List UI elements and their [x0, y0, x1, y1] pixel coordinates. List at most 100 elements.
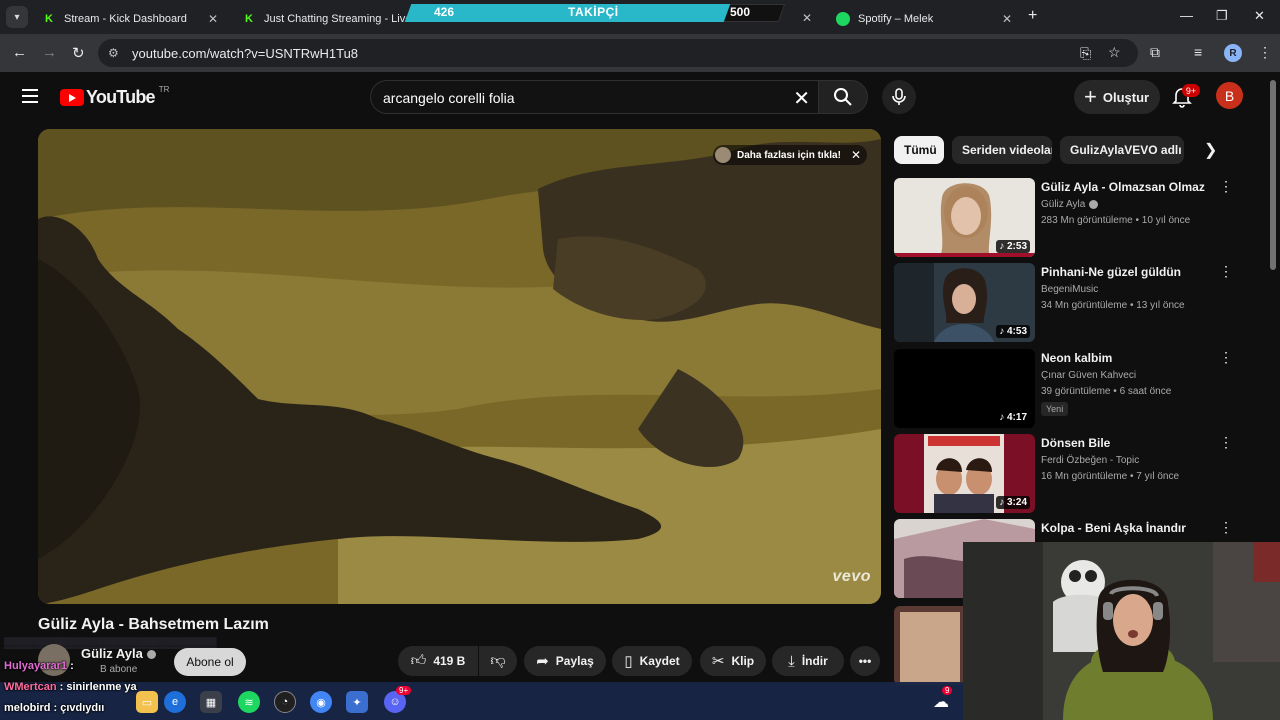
kick-icon: K	[45, 13, 53, 25]
rec-channel[interactable]: BegeniMusic	[1041, 284, 1098, 295]
menu-kebab-icon[interactable]: ⋮	[1258, 44, 1272, 61]
voice-search-button[interactable]	[882, 80, 916, 114]
forward-icon[interactable]: →	[42, 44, 57, 61]
channel-name-text: Güliz Ayla	[81, 646, 143, 661]
page-scrollbar[interactable]	[1270, 80, 1276, 270]
obs-icon[interactable]: ◔	[274, 691, 296, 713]
close-window-icon[interactable]: ✕	[1254, 8, 1265, 24]
channel-row: Güliz Ayla B abone Abone ol 👍︎ 419 B 👎︎ …	[38, 644, 888, 684]
recommendation-item[interactable]: ♪ 4:53 Pinhani-Ne güzel güldün BegeniMus…	[894, 263, 1234, 343]
tab-kick-dashboard[interactable]: K Stream - Kick Dashboard ✕	[32, 4, 228, 34]
subscribe-button[interactable]: Abone ol	[174, 648, 246, 676]
subscriber-count: B abone	[100, 664, 138, 675]
account-avatar[interactable]: B	[1216, 82, 1243, 109]
tab-search-button[interactable]: ▾	[6, 6, 28, 28]
rec-age: 10 yıl önce	[1141, 215, 1191, 226]
download-button[interactable]: ⤓ İndir	[772, 646, 844, 676]
recommendation-item[interactable]: ♪ 2:53 Güliz Ayla - Olmazsan Olmaz Güliz…	[894, 178, 1234, 258]
tab-spotify[interactable]: Spotify – Melek ✕	[826, 4, 1022, 34]
clip-label: Klip	[731, 654, 755, 668]
create-button[interactable]: + Oluştur	[1074, 80, 1160, 114]
rec-title[interactable]: Neon kalbim	[1041, 351, 1112, 365]
rec-title[interactable]: Dönsen Bile	[1041, 436, 1110, 450]
chat-username: Hulyayarar1	[4, 660, 67, 672]
new-badge: Yeni	[1041, 402, 1069, 416]
file-explorer-icon[interactable]: ▭	[136, 691, 158, 713]
download-label: İndir	[801, 654, 828, 668]
rec-meta: 39 görüntüleme • 6 saat önce	[1041, 386, 1172, 397]
clip-button[interactable]: ✂ Klip	[700, 646, 766, 676]
youtube-play-icon	[60, 89, 84, 106]
new-tab-button[interactable]: +	[1028, 7, 1037, 25]
follower-count: 426	[434, 5, 455, 19]
more-vertical-icon[interactable]: ⋮	[1219, 349, 1233, 366]
rec-channel[interactable]: Güliz Ayla	[1041, 199, 1099, 210]
kick-icon: K	[245, 13, 253, 25]
chat-text: :	[70, 660, 74, 672]
video-thumbnail[interactable]: ♪ 4:53	[894, 263, 1035, 342]
youtube-logo[interactable]: YouTube TR	[60, 85, 169, 108]
more-vertical-icon[interactable]: ⋮	[1219, 434, 1233, 451]
clear-search-icon[interactable]: ✕	[793, 86, 810, 111]
recommendation-item[interactable]: ♪ 3:24 Dönsen Bile Ferdi Özbeğen - Topic…	[894, 434, 1234, 514]
back-icon[interactable]: ←	[12, 44, 27, 61]
edge-icon[interactable]: e	[164, 691, 186, 713]
chevron-right-icon[interactable]: ❯	[1204, 140, 1217, 160]
close-icon[interactable]: ✕	[802, 11, 812, 25]
channel-name[interactable]: Güliz Ayla	[81, 646, 156, 661]
spotify-icon	[836, 12, 850, 26]
rec-channel[interactable]: Çınar Güven Kahveci	[1041, 370, 1136, 381]
dislike-button[interactable]: 👎︎	[479, 646, 517, 676]
chip-all[interactable]: Tümü	[894, 136, 944, 164]
rec-channel[interactable]: Ferdi Özbeğen - Topic	[1041, 455, 1139, 466]
menu-icon[interactable]	[22, 89, 38, 103]
like-button[interactable]: 👍︎ 419 B	[398, 646, 478, 676]
close-icon[interactable]: ✕	[208, 12, 218, 26]
chip-series[interactable]: Seriden videolar	[952, 136, 1052, 164]
profile-avatar[interactable]: R	[1224, 44, 1242, 62]
rec-title[interactable]: Pinhani-Ne güzel güldün	[1041, 265, 1181, 279]
duration-text: 2:53	[1006, 241, 1027, 252]
video-thumbnail[interactable]: ♪ 3:24	[894, 434, 1035, 513]
share-button[interactable]: ➦ Paylaş	[524, 646, 606, 676]
close-icon[interactable]: ✕	[851, 148, 861, 162]
restore-icon[interactable]: ❐	[1216, 8, 1228, 24]
tab-kick-live[interactable]: K Just Chatting Streaming - Live S	[232, 4, 422, 34]
scissors-icon: ✂	[711, 653, 725, 670]
extensions-icon[interactable]: ⧉	[1150, 44, 1160, 61]
recommendation-item[interactable]: ♪ 4:17 Neon kalbim Çınar Güven Kahveci 3…	[894, 349, 1234, 429]
reload-icon[interactable]: ↻	[72, 44, 85, 62]
card-teaser[interactable]: Daha fazlası için tıkla! ✕	[713, 145, 867, 165]
chip-channel[interactable]: GulizAylaVEVO adlı yü	[1060, 136, 1184, 164]
save-button[interactable]: ▯ Kaydet	[612, 646, 692, 676]
rec-title[interactable]: Güliz Ayla - Olmazsan Olmaz	[1041, 180, 1205, 194]
follower-goal-bar: 426 TAKİPÇİ 500	[404, 4, 786, 22]
duration-badge: ♪ 3:24	[996, 496, 1030, 509]
store-icon[interactable]: ▦	[200, 691, 222, 713]
spotify-icon[interactable]: ≋	[238, 691, 260, 713]
install-app-icon[interactable]: ⎘	[1080, 45, 1091, 62]
browser-toolbar: ← → ↻ ⚙ youtube.com/watch?v=USNTRwH1Tu8 …	[0, 34, 1280, 72]
minimize-icon[interactable]: —	[1180, 8, 1193, 23]
screen: ▾ K Stream - Kick Dashboard ✕ K Just Cha…	[0, 0, 1280, 720]
more-vertical-icon[interactable]: ⋮	[1219, 178, 1233, 195]
more-actions-button[interactable]: •••	[850, 646, 880, 676]
video-thumbnail[interactable]: ♪ 4:17	[894, 349, 1035, 428]
bookmark-icon: ▯	[624, 653, 633, 670]
close-icon[interactable]: ✕	[1002, 12, 1012, 26]
bookmark-star-icon[interactable]: ☆	[1108, 44, 1121, 61]
more-vertical-icon[interactable]: ⋮	[1219, 263, 1233, 280]
create-label: Oluştur	[1102, 89, 1150, 105]
search-button[interactable]	[818, 80, 868, 114]
media-control-icon[interactable]: ≡	[1194, 44, 1202, 60]
site-info-icon[interactable]: ⚙	[108, 46, 119, 60]
share-label: Paylaş	[555, 654, 594, 668]
video-player[interactable]: Daha fazlası için tıkla! ✕ vevo	[38, 129, 881, 604]
address-bar[interactable]: ⚙ youtube.com/watch?v=USNTRwH1Tu8 ⎘ ☆	[98, 39, 1138, 67]
search-input[interactable]: arcangelo corelli folia ✕	[370, 80, 818, 114]
video-thumbnail[interactable]: ♪ 2:53	[894, 178, 1035, 257]
rec-title[interactable]: Kolpa - Beni Aşka İnandır	[1041, 521, 1186, 535]
chrome-icon[interactable]: ◉	[310, 691, 332, 713]
stream-deck-icon[interactable]: ✦	[346, 691, 368, 713]
more-vertical-icon[interactable]: ⋮	[1219, 519, 1233, 536]
